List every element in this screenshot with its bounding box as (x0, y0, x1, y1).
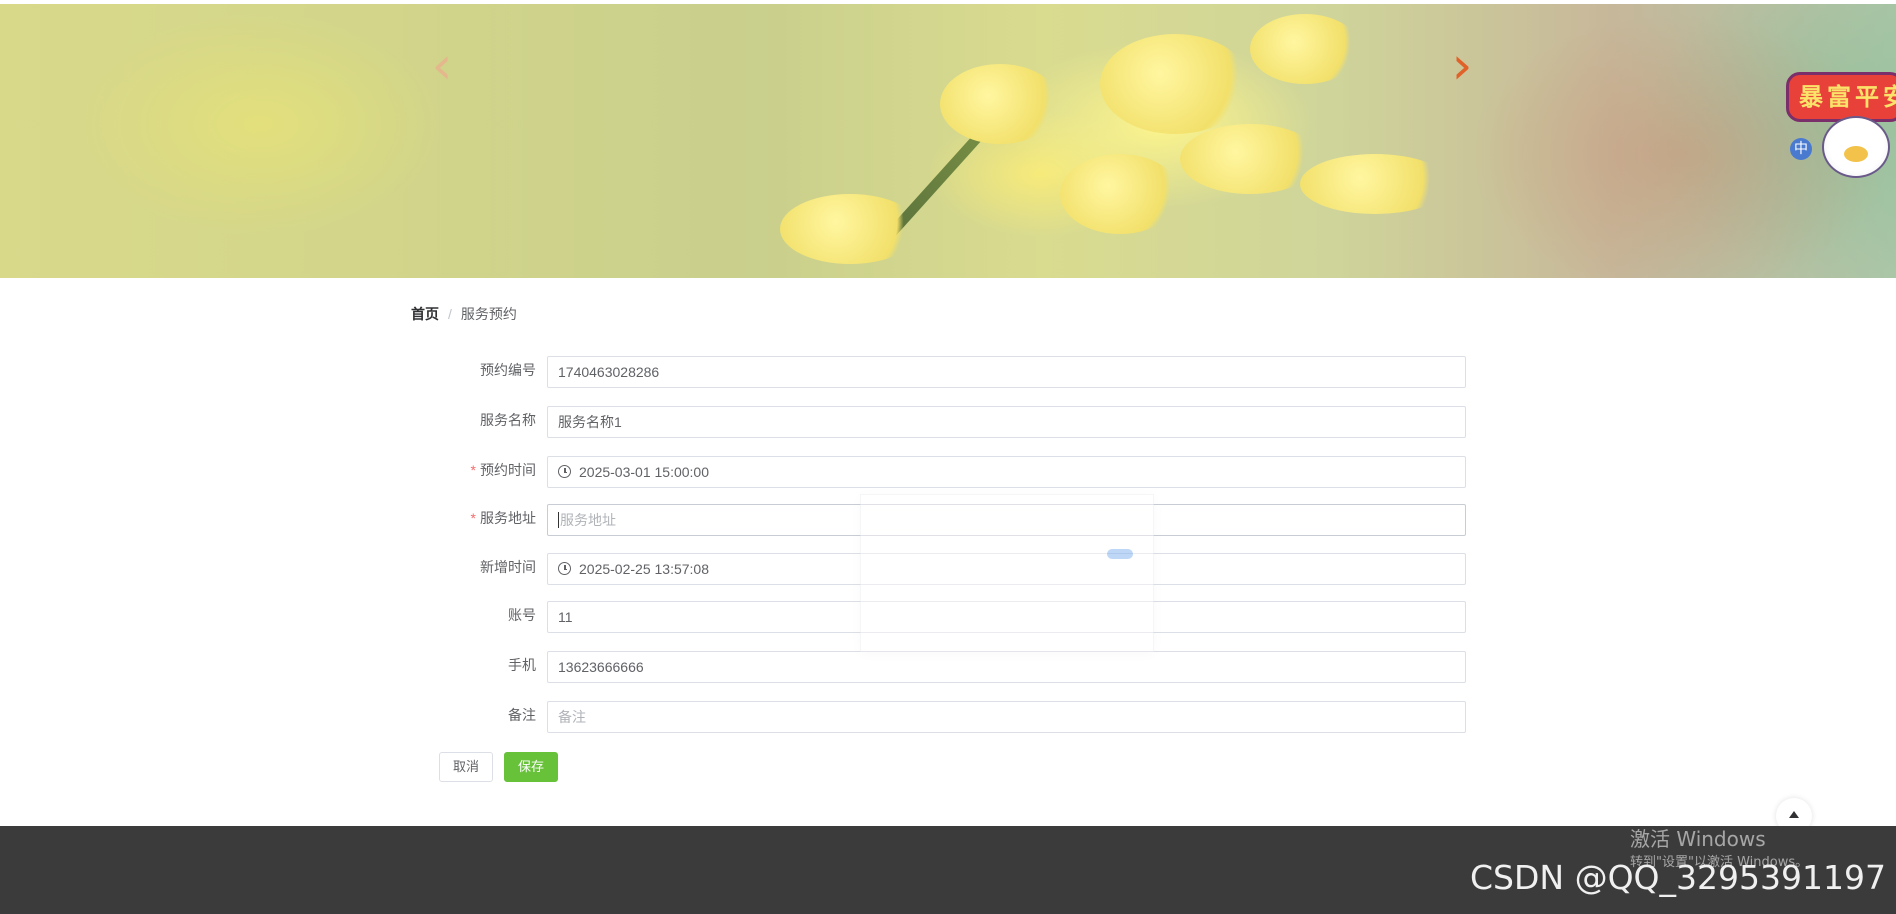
service-address-placeholder: 服务地址 (560, 512, 616, 528)
breadcrumb: 首页 / 服务预约 (411, 304, 517, 324)
breadcrumb-current: 服务预约 (460, 306, 517, 322)
form-row-booking-no: 预约编号 1740463028286 (440, 356, 1466, 388)
carousel-next-arrow-icon[interactable]: › (1440, 40, 1484, 92)
field-label: 备注 (508, 707, 536, 723)
remark-input[interactable]: 备注 (547, 701, 1466, 733)
field-label: 账号 (508, 607, 536, 623)
service-name-input[interactable]: 服务名称1 (547, 406, 1466, 438)
field-label: * 预约时间 (470, 462, 536, 478)
booking-no-input[interactable]: 1740463028286 (547, 356, 1466, 388)
text-caret (558, 512, 559, 528)
required-mark: * (470, 510, 476, 526)
datetime-picker-popover (860, 494, 1154, 652)
phone-input[interactable]: 13623666666 (547, 651, 1466, 683)
clock-icon (558, 562, 571, 575)
booking-time-value: 2025-03-01 15:00:00 (579, 464, 709, 480)
field-label: 服务名称 (480, 412, 536, 428)
breadcrumb-home-link[interactable]: 首页 (411, 304, 439, 324)
floating-mascot-badge[interactable]: 暴富平安 中 (1784, 64, 1896, 178)
cancel-button[interactable]: 取消 (439, 752, 493, 782)
flower-petal (940, 64, 1060, 144)
form-row-phone: 手机 13623666666 (440, 651, 1466, 683)
flower-petal (1250, 14, 1360, 84)
required-mark: * (470, 462, 476, 478)
csdn-watermark: CSDN @QQ_3295391197 (1470, 858, 1886, 897)
flower-petal (1100, 34, 1250, 134)
badge-mark: 中 (1790, 138, 1812, 160)
flower-petal (1180, 124, 1320, 194)
form-row-remark: 备注 备注 (440, 701, 1466, 733)
flower-petal (1300, 154, 1450, 214)
cat-mascot-icon (1822, 116, 1890, 178)
flower-petal (780, 194, 920, 264)
field-label: * 服务地址 (470, 510, 536, 526)
field-label: 手机 (508, 657, 536, 673)
booking-time-picker[interactable]: 2025-03-01 15:00:00 (547, 456, 1466, 488)
banner-carousel: ‹ › 暴富平安 中 (0, 4, 1896, 278)
clock-icon (558, 465, 571, 478)
windows-activation-title: 激活 Windows (1630, 827, 1766, 851)
field-label: 新增时间 (480, 559, 536, 575)
flower-petal (1060, 154, 1180, 234)
save-button[interactable]: 保存 (504, 752, 558, 782)
badge-sign: 暴富平安 (1786, 72, 1896, 122)
field-label: 预约编号 (480, 362, 536, 378)
form-row-service-name: 服务名称 服务名称1 (440, 406, 1466, 438)
created-time-value: 2025-02-25 13:57:08 (579, 561, 709, 577)
carousel-prev-arrow-icon[interactable]: ‹ (420, 40, 464, 92)
form-row-booking-time: * 预约时间 2025-03-01 15:00:00 (440, 456, 1466, 488)
breadcrumb-separator: / (448, 306, 452, 322)
picker-selected-day (1107, 549, 1133, 559)
